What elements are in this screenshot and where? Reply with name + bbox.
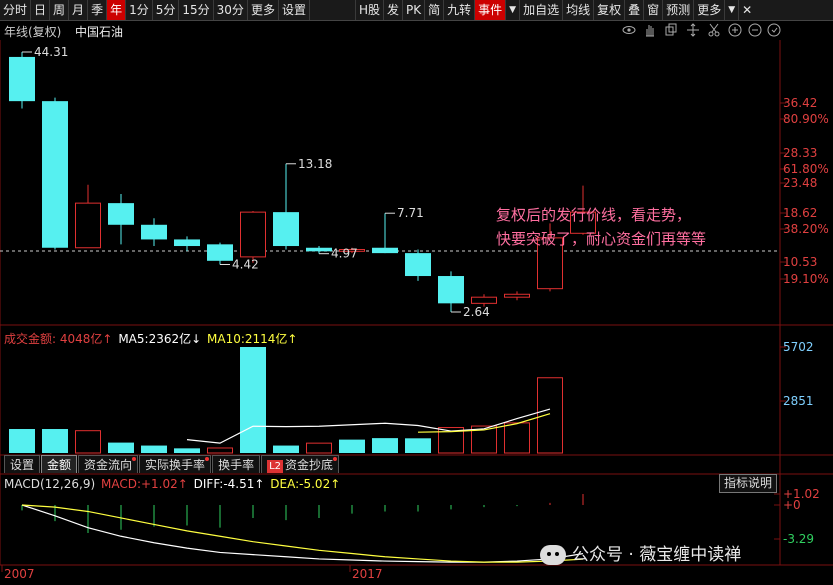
volume-bar[interactable] [537, 377, 563, 454]
volume-bar[interactable] [108, 442, 134, 453]
kline-chart[interactable]: 36.42 80.90% 28.33 61.80%23.48 18.62 38.20% 10… [0, 0, 833, 585]
watermark-text: 公众号 · 薇宝缠中读禅 [572, 545, 742, 565]
candle-body[interactable] [273, 212, 299, 247]
candle-body[interactable] [75, 202, 101, 249]
volume-bar[interactable] [9, 429, 35, 453]
diff-value: -4.51↑ [223, 477, 265, 491]
tab-turnover[interactable]: 换手率 [212, 455, 261, 473]
indicator-explain-button[interactable]: 指标说明 [719, 474, 777, 493]
dea-line [21, 504, 584, 563]
price-axis-label: 28.33 [783, 146, 817, 160]
volume-bars [9, 347, 563, 454]
volume-bar[interactable] [273, 445, 299, 453]
candle-body[interactable] [438, 276, 464, 304]
candle-body[interactable] [207, 244, 233, 261]
volume-legend: 成交金额: 4048亿↑ MA5:2362亿↓ MA10:2114亿↑ [4, 330, 297, 347]
price-axis-label: 23.48 [783, 176, 817, 190]
annotation-note: 复权后的发行价线，看走势， 快要突破了，耐心资金们再等等 [496, 203, 706, 251]
volume-axis: 5702 2851 [780, 340, 814, 408]
ma10-label: MA10: [207, 332, 245, 346]
volume-bar[interactable] [141, 445, 167, 453]
volume-bar[interactable] [504, 422, 530, 454]
macd-value: +1.02↑ [140, 477, 188, 491]
diff-label: DIFF: [193, 477, 224, 491]
watermark: 公众号 · 薇宝缠中读禅 [540, 540, 741, 565]
volume-bar[interactable] [42, 429, 68, 453]
time-axis: 2007 2017 [1, 565, 383, 581]
candle-body[interactable] [9, 56, 35, 102]
price-axis: 36.42 80.90% 28.33 61.80%23.48 18.62 38.20% 10… [783, 96, 829, 286]
candle-body[interactable] [306, 247, 332, 252]
candle-body[interactable] [141, 224, 167, 240]
candles [9, 52, 596, 312]
dea-value: -5.02↑ [299, 477, 341, 491]
price-axis-label: 61.80% [783, 162, 829, 176]
high-price-label: 7.71 [397, 206, 424, 220]
time-axis-label: 2017 [352, 567, 383, 581]
candle-body[interactable] [405, 253, 431, 277]
price-axis-label: 80.90% [783, 112, 829, 126]
candle-body[interactable] [504, 293, 530, 298]
price-axis-label: 18.62 [783, 206, 817, 220]
indicator-tabs: 设置 金额 资金流向 实际换手率 换手率 L2 资金抄底 [4, 455, 340, 473]
diff-line [21, 504, 584, 563]
tab-settings[interactable]: 设置 [4, 455, 41, 473]
volume-bar[interactable] [174, 448, 200, 453]
tab-amount[interactable]: 金额 [41, 455, 78, 473]
volume-axis-label: 2851 [783, 394, 814, 408]
tab-actual-turnover[interactable]: 实际换手率 [139, 455, 212, 473]
volume-bar[interactable] [75, 430, 101, 454]
volume-bar[interactable] [240, 347, 266, 453]
time-axis-label: 2007 [4, 567, 35, 581]
price-grid [780, 102, 786, 280]
macd-axis: +1.02+0-3.29 [774, 487, 820, 546]
macd-bars [21, 494, 584, 534]
price-axis-label: 38.20% [783, 222, 829, 236]
high-price-label: 13.18 [298, 157, 332, 171]
price-axis-label: 10.53 [783, 255, 817, 269]
dea-label: DEA: [270, 477, 300, 491]
candle-body[interactable] [240, 211, 266, 258]
low-price-label: 4.42 [232, 257, 259, 271]
tab-fund-flow[interactable]: 资金流向 [78, 455, 139, 473]
tab-bottom-fishing[interactable]: L2 资金抄底 [261, 455, 340, 473]
note-line-2: 快要突破了，耐心资金们再等等 [496, 230, 707, 248]
low-price-label: 4.97 [331, 247, 358, 261]
volume-bar[interactable] [207, 447, 233, 454]
volume-axis-label: 5702 [783, 340, 814, 354]
candle-body[interactable] [372, 247, 398, 254]
candle-body[interactable] [174, 239, 200, 247]
l2-badge: L2 [267, 460, 284, 473]
note-line-1: 复权后的发行价线，看走势， [496, 206, 692, 224]
wechat-icon [540, 545, 566, 565]
macd-title: MACD(12,26,9) [4, 477, 96, 491]
tab-bottom-fishing-label: 资金抄底 [285, 458, 334, 472]
volume-bar[interactable] [306, 442, 332, 454]
macd-legend: MACD(12,26,9) MACD:+1.02↑ DIFF:-4.51↑ DE… [4, 477, 340, 491]
volume-value: 4048亿↑ [59, 332, 113, 346]
volume-bar[interactable] [405, 438, 431, 453]
volume-title: 成交金额: [4, 332, 57, 346]
price-axis-label: 36.42 [783, 96, 817, 110]
price-axis-label: 19.10% [783, 272, 829, 286]
volume-bar[interactable] [339, 439, 365, 453]
macd-lines [21, 504, 584, 563]
price-annotations: 44.31 4.42 13.18 4.97 7.71 2.64 [22, 45, 490, 319]
macd-axis-label: +0 [783, 498, 801, 512]
ma10-value: 2114亿↑ [244, 332, 298, 346]
ma5-label: MA5: [118, 332, 149, 346]
volume-bar[interactable] [372, 438, 398, 453]
candle-body[interactable] [42, 101, 68, 248]
candle-body[interactable] [471, 296, 497, 304]
high-price-label: 44.31 [34, 45, 68, 59]
low-price-label: 2.64 [463, 305, 490, 319]
macd-axis-label: -3.29 [783, 532, 814, 546]
candle-body[interactable] [108, 203, 134, 225]
macd-label: MACD: [100, 477, 141, 491]
ma5-value: 2362亿↓ [148, 332, 202, 346]
